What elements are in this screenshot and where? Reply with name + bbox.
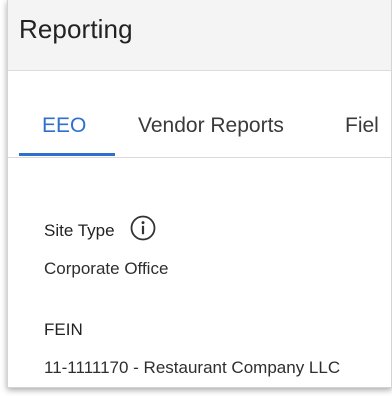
site-type-value: Corporate Office bbox=[44, 259, 169, 278]
tab-vendor-reports[interactable]: Vendor Reports bbox=[138, 114, 284, 138]
page-title: Reporting bbox=[19, 14, 133, 44]
site-type-label: Site Type bbox=[44, 221, 115, 240]
reporting-panel: Reporting EEO Vendor Reports Fiel Site T… bbox=[7, 0, 392, 388]
info-icon[interactable] bbox=[129, 214, 157, 242]
fein-value: 11-1111170 - Restaurant Company LLC bbox=[44, 358, 341, 377]
tab-bar: EEO Vendor Reports Fiel bbox=[8, 71, 391, 158]
panel-header: Reporting bbox=[8, 0, 391, 71]
fein-label: FEIN bbox=[44, 320, 83, 339]
tab-fiel[interactable]: Fiel bbox=[345, 114, 379, 138]
active-tab-indicator bbox=[19, 153, 115, 156]
tab-eeo[interactable]: EEO bbox=[42, 114, 86, 138]
